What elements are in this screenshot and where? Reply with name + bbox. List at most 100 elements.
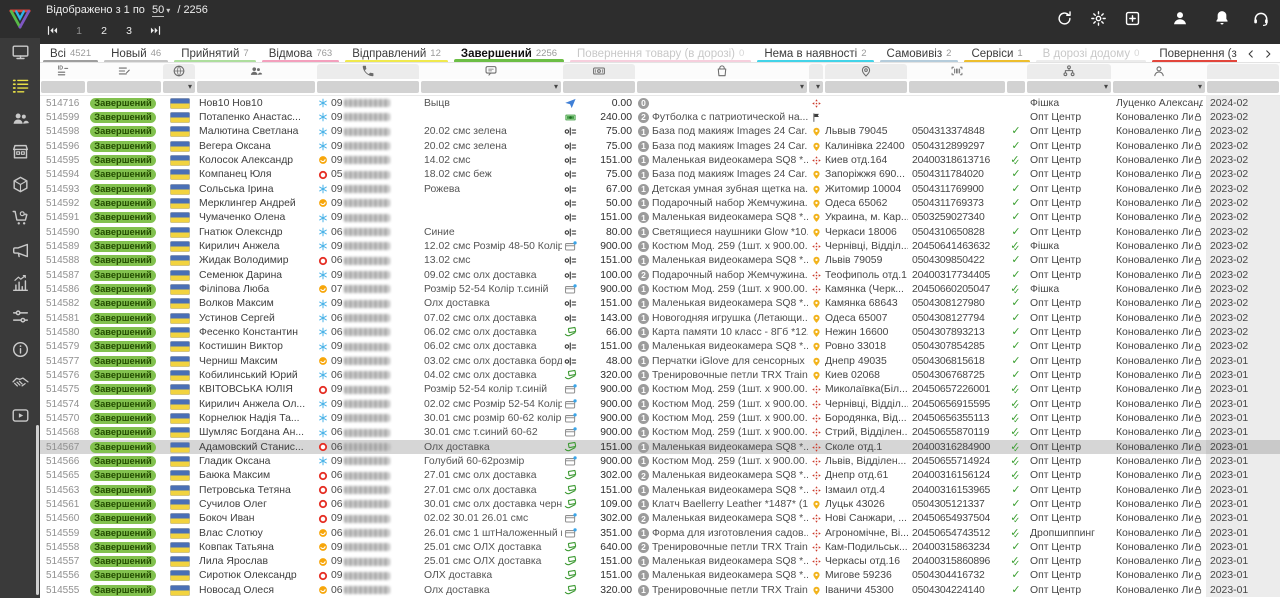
order-row[interactable]: 514570ЗавершенийКорнелюк Надія Та...0930… — [40, 411, 1280, 425]
status-tab-8[interactable]: Самовивіз2 — [877, 44, 962, 63]
column-header-manager[interactable] — [1026, 63, 1112, 79]
order-row[interactable]: 514582ЗавершенийВолков Максим09Олх доста… — [40, 297, 1280, 311]
order-row[interactable]: 514575ЗавершенийКВІТОВСЬКА ЮЛІЯ09Розмір … — [40, 383, 1280, 397]
sidebar-item-clients[interactable] — [0, 104, 40, 137]
filter-phone[interactable] — [317, 81, 419, 93]
status-tab-1[interactable]: Новый46 — [101, 44, 171, 63]
status-tab-7[interactable]: Нема в наявності2 — [754, 44, 876, 63]
status-tab-2[interactable]: Прийнятий7 — [171, 44, 259, 63]
chevron-right-icon[interactable] — [1263, 49, 1273, 59]
order-row[interactable]: 514576ЗавершенийКобилинський Юрий0604.02… — [40, 368, 1280, 382]
add-icon[interactable] — [1124, 10, 1141, 27]
order-row[interactable]: 514598ЗавершенийМалютина Светлана0920.02… — [40, 125, 1280, 139]
refresh-icon[interactable] — [1056, 10, 1073, 27]
order-row[interactable]: 514566ЗавершенийГладик Оксана09Голубий 6… — [40, 454, 1280, 468]
status-tab-5[interactable]: Завершений2256 — [451, 44, 567, 63]
filter-products[interactable]: ▾ — [637, 81, 807, 93]
order-row[interactable]: 514587ЗавершенийСеменюк Дарина0909.02 см… — [40, 268, 1280, 282]
status-tab-10[interactable]: В дорозі додому0 — [1033, 44, 1150, 63]
filter-comment[interactable]: ▾ — [421, 81, 561, 93]
column-header-country[interactable] — [162, 63, 196, 79]
order-row[interactable]: 514577ЗавершенийЧерниш Максим0903.02 смс… — [40, 354, 1280, 368]
filter-pin[interactable]: ▾ — [809, 81, 823, 93]
filter-ttn[interactable] — [909, 81, 1005, 93]
page-3[interactable]: 3 — [124, 25, 134, 37]
column-header-status[interactable] — [86, 63, 162, 79]
column-header-phone[interactable] — [316, 63, 420, 79]
order-row[interactable]: 514565ЗавершенийБаюка Максим0627.01 смс … — [40, 469, 1280, 483]
sidebar-scrollbar[interactable] — [36, 425, 39, 595]
app-logo[interactable] — [0, 0, 40, 38]
order-row[interactable]: 514596ЗавершенийВегера Оксана0920.02 смс… — [40, 139, 1280, 153]
order-row[interactable]: 514716ЗавершенийНов10 Нов1009Выцв0.000Фі… — [40, 96, 1280, 110]
filter-payment[interactable] — [563, 81, 635, 93]
filter-city[interactable] — [825, 81, 907, 93]
order-row[interactable]: 514563ЗавершенийПетровська Тетяна0627.01… — [40, 483, 1280, 497]
chevron-left-icon[interactable] — [1246, 49, 1256, 59]
order-row[interactable]: 514593ЗавершенийСольська Ірина09Рожева67… — [40, 182, 1280, 196]
order-row[interactable]: 514599ЗавершенийПотапенко Анастас...0924… — [40, 110, 1280, 124]
column-header-user[interactable] — [1112, 63, 1206, 79]
filter-customer[interactable] — [197, 81, 315, 93]
sidebar-item-info[interactable] — [0, 335, 40, 368]
page-1[interactable]: 1 — [74, 25, 84, 37]
order-row[interactable]: 514567ЗавершенийАдамовский Станис...06Ол… — [40, 440, 1280, 454]
status-tab-9[interactable]: Сервіси1 — [961, 44, 1032, 63]
gear-icon[interactable] — [1090, 10, 1107, 27]
column-header-payment[interactable] — [562, 63, 636, 79]
sidebar-item-partners[interactable] — [0, 368, 40, 401]
status-tab-6[interactable]: Повернення товару (в дорозі)0 — [567, 44, 754, 63]
filter-check[interactable] — [1007, 81, 1025, 93]
order-row[interactable]: 514581ЗавершенийУстинов Сергей0607.02 см… — [40, 311, 1280, 325]
sidebar-item-orders[interactable] — [0, 71, 40, 104]
status-tab-4[interactable]: Відправлений12 — [342, 44, 451, 63]
status-tab-3[interactable]: Відмова763 — [259, 44, 342, 63]
order-row[interactable]: 514588ЗавершенийЖидак Володимир0613.02 с… — [40, 254, 1280, 268]
sidebar-item-marketing[interactable] — [0, 236, 40, 269]
order-row[interactable]: 514561ЗавершенийСучилов Олег0630.01 смс … — [40, 497, 1280, 511]
sidebar-item-purchases[interactable] — [0, 203, 40, 236]
order-row[interactable]: 514568ЗавершенийШумляс Богдана Ан...0630… — [40, 426, 1280, 440]
order-row[interactable]: 514556ЗавершенийСиротюк Олександр09ОЛХ д… — [40, 569, 1280, 583]
order-row[interactable]: 514586ЗавершенийФіліпова Люба07Розмір 52… — [40, 282, 1280, 296]
sidebar-item-products[interactable] — [0, 170, 40, 203]
page-2[interactable]: 2 — [99, 25, 109, 37]
avatar-icon[interactable] — [1171, 9, 1189, 27]
order-row[interactable]: 514555ЗавершенийНовосад Олеся06Олх доста… — [40, 583, 1280, 597]
order-row[interactable]: 514590ЗавершенийГнатюк Олексндр06Синие80… — [40, 225, 1280, 239]
order-row[interactable]: 514589ЗавершенийКирилич Анжела0912.02 см… — [40, 239, 1280, 253]
sidebar-item-dashboard[interactable] — [0, 38, 40, 71]
column-header-city[interactable] — [824, 63, 908, 79]
order-row[interactable]: 514557ЗавершенийЛила Ярослав0925.01 смс … — [40, 555, 1280, 569]
filter-id[interactable] — [41, 81, 85, 93]
order-row[interactable]: 514574ЗавершенийКирилич Анжела Ол...0902… — [40, 397, 1280, 411]
per-page-select[interactable]: 50▾ — [152, 4, 170, 16]
filter-manager[interactable]: ▾ — [1027, 81, 1111, 93]
sidebar-item-store[interactable] — [0, 137, 40, 170]
filter-user[interactable]: ▾ — [1113, 81, 1205, 93]
sidebar-item-sliders[interactable] — [0, 302, 40, 335]
headset-icon[interactable] — [1252, 9, 1270, 27]
column-header-check[interactable] — [1006, 63, 1026, 79]
tabs-scroll-arrows[interactable] — [1237, 44, 1280, 63]
order-row[interactable]: 514579ЗавершенийКостишин Виктор0906.02 с… — [40, 340, 1280, 354]
order-row[interactable]: 514591ЗавершенийЧумаченко Олена09151.001… — [40, 211, 1280, 225]
order-row[interactable]: 514580ЗавершенийФесенко Константин0606.0… — [40, 325, 1280, 339]
order-row[interactable]: 514594ЗавершенийКомпанец Юля0518.02 смс … — [40, 168, 1280, 182]
filter-status[interactable] — [87, 81, 161, 93]
column-header-id[interactable]: ID — [40, 63, 86, 79]
order-row[interactable]: 514592ЗавершенийМерклингер Андрей0950.00… — [40, 196, 1280, 210]
order-row[interactable]: 514559ЗавершенийВлас Слотюу0626.01 смс 1… — [40, 526, 1280, 540]
column-header-products[interactable] — [636, 63, 808, 79]
column-header-date[interactable] — [1206, 63, 1280, 79]
filter-country[interactable]: ▾ — [163, 81, 195, 93]
column-header-comment[interactable] — [420, 63, 562, 79]
bell-icon[interactable] — [1213, 9, 1231, 27]
column-header-ttn[interactable] — [908, 63, 1006, 79]
column-header-pin[interactable] — [808, 63, 824, 79]
status-tab-0[interactable]: Всі4521 — [40, 44, 101, 63]
sidebar-item-video[interactable] — [0, 401, 40, 434]
sidebar-item-reports[interactable] — [0, 269, 40, 302]
column-header-customer[interactable] — [196, 63, 316, 79]
last-page-button[interactable] — [149, 24, 162, 37]
